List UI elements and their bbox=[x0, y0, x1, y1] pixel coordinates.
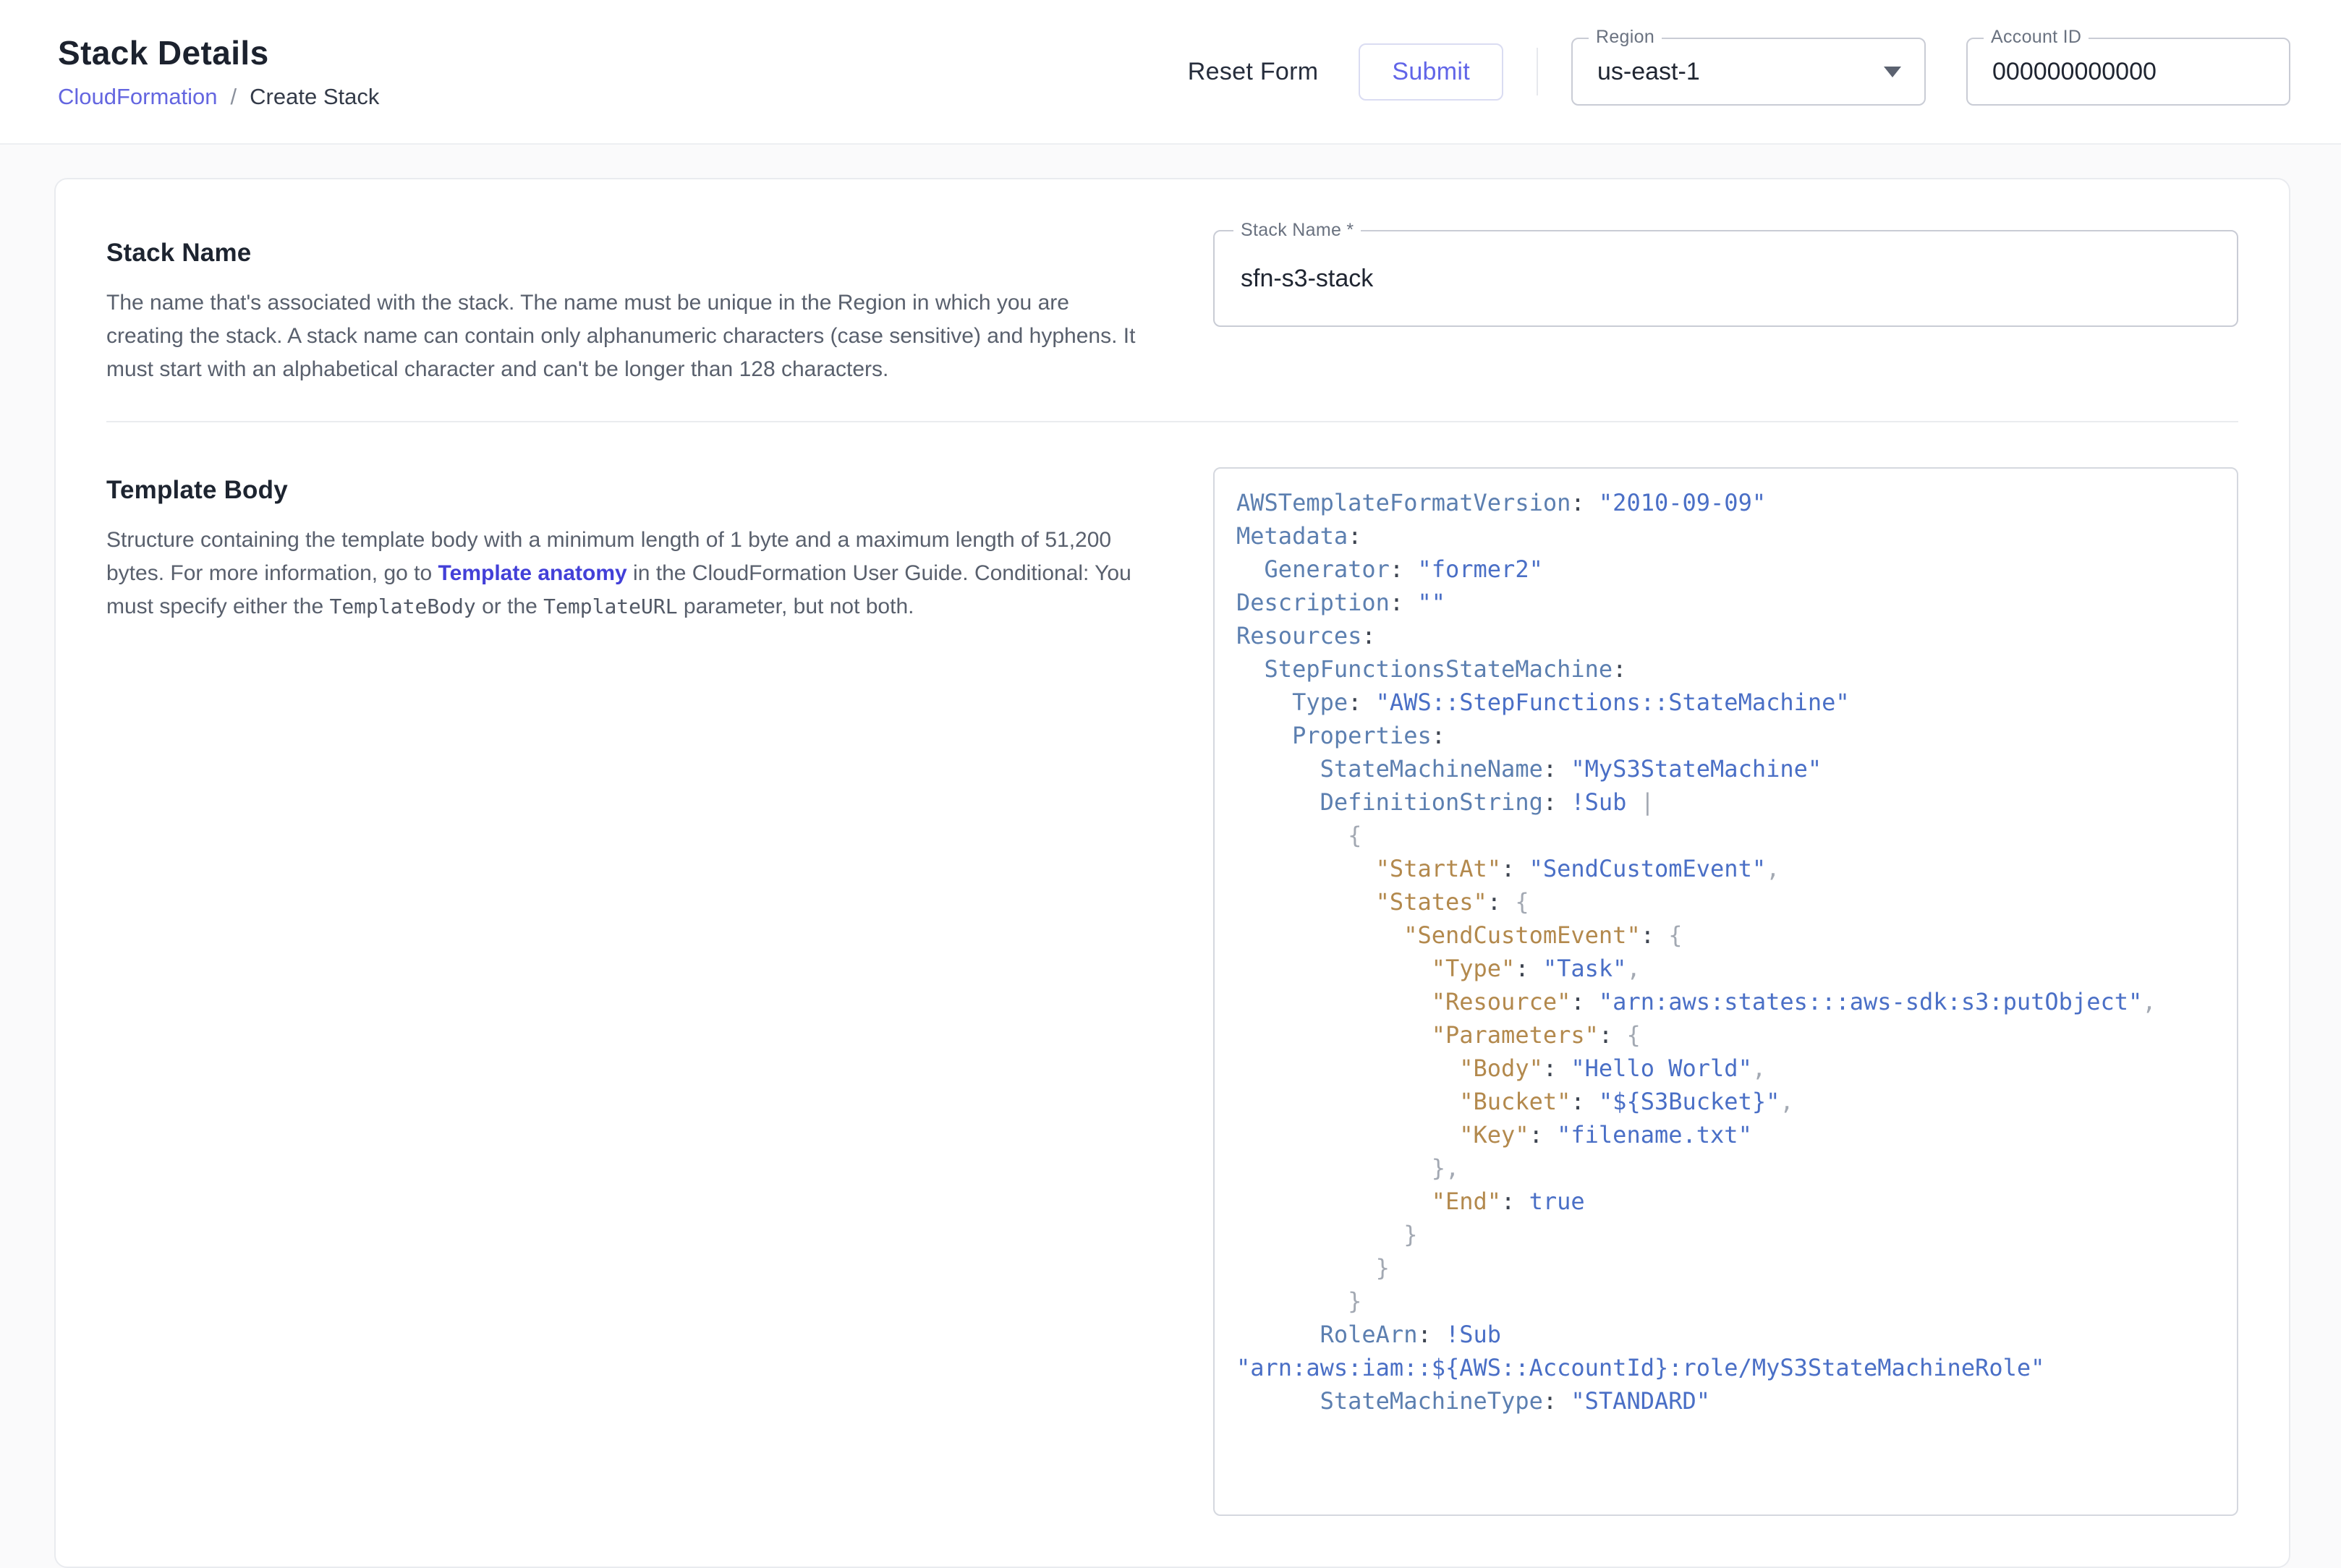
template-body-description: Structure containing the template body w… bbox=[106, 524, 1141, 623]
template-url-param-token: TemplateURL bbox=[543, 595, 677, 618]
code-line: StateMachineName: "MyS3StateMachine" bbox=[1236, 752, 2215, 785]
page-title: Stack Details bbox=[58, 33, 379, 72]
stack-name-heading: Stack Name bbox=[106, 239, 1141, 268]
code-line: Properties: bbox=[1236, 719, 2215, 752]
code-line: RoleArn: !Sub bbox=[1236, 1318, 2215, 1351]
reset-form-button[interactable]: Reset Form bbox=[1168, 46, 1339, 98]
code-line: "Resource": "arn:aws:states:::aws-sdk:s3… bbox=[1236, 985, 2215, 1018]
template-body-heading: Template Body bbox=[106, 476, 1141, 505]
code-line: Type: "AWS::StepFunctions::StateMachine" bbox=[1236, 686, 2215, 719]
description-text: or the bbox=[476, 595, 543, 618]
stack-name-description: The name that's associated with the stac… bbox=[106, 286, 1141, 386]
template-body-editor-col: AWSTemplateFormatVersion: "2010-09-09"Me… bbox=[1213, 467, 2238, 1516]
template-body-param-token: TemplateBody bbox=[329, 595, 475, 618]
account-id-label: Account ID bbox=[1984, 27, 2089, 48]
template-anatomy-link[interactable]: Template anatomy bbox=[438, 561, 627, 585]
code-line: Resources: bbox=[1236, 619, 2215, 652]
description-text: parameter, but not both. bbox=[678, 595, 914, 618]
code-line: Generator: "former2" bbox=[1236, 553, 2215, 586]
breadcrumb: CloudFormation / Create Stack bbox=[58, 84, 379, 110]
code-line: Description: "" bbox=[1236, 586, 2215, 619]
account-id-value: 000000000000 bbox=[1992, 58, 2157, 86]
stack-name-info: Stack Name The name that's associated wi… bbox=[106, 239, 1141, 386]
breadcrumb-separator: / bbox=[231, 84, 237, 110]
create-stack-card: Stack Name The name that's associated wi… bbox=[54, 178, 2290, 1568]
code-line: "Parameters": { bbox=[1236, 1018, 2215, 1052]
code-line: DefinitionString: !Sub | bbox=[1236, 785, 2215, 819]
code-line: "SendCustomEvent": { bbox=[1236, 919, 2215, 952]
code-line: "Type": "Task", bbox=[1236, 952, 2215, 985]
code-line: "StartAt": "SendCustomEvent", bbox=[1236, 852, 2215, 885]
stack-name-input[interactable]: Stack Name * sfn-s3-stack bbox=[1213, 230, 2238, 327]
stack-name-input-value: sfn-s3-stack bbox=[1241, 265, 1373, 293]
breadcrumb-link-cloudformation[interactable]: CloudFormation bbox=[58, 84, 218, 110]
code-line: } bbox=[1236, 1218, 2215, 1251]
template-body-section: Template Body Structure containing the t… bbox=[106, 422, 2238, 1516]
region-select-label: Region bbox=[1589, 27, 1662, 48]
region-select[interactable]: Region us-east-1 bbox=[1571, 38, 1926, 106]
chevron-down-icon bbox=[1884, 67, 1901, 77]
code-line: "Key": "filename.txt" bbox=[1236, 1118, 2215, 1151]
code-line: Metadata: bbox=[1236, 519, 2215, 553]
header: Stack Details CloudFormation / Create St… bbox=[0, 0, 2341, 145]
code-line: AWSTemplateFormatVersion: "2010-09-09" bbox=[1236, 486, 2215, 519]
header-actions: Reset Form Submit Region us-east-1 Accou… bbox=[1168, 38, 2290, 106]
code-line: "Bucket": "${S3Bucket}", bbox=[1236, 1085, 2215, 1118]
code-line: StateMachineType: "STANDARD" bbox=[1236, 1384, 2215, 1418]
template-body-editor[interactable]: AWSTemplateFormatVersion: "2010-09-09"Me… bbox=[1213, 467, 2238, 1516]
code-line: { bbox=[1236, 819, 2215, 852]
header-divider bbox=[1537, 48, 1538, 95]
header-title-block: Stack Details CloudFormation / Create St… bbox=[58, 33, 379, 110]
code-line: "Body": "Hello World", bbox=[1236, 1052, 2215, 1085]
code-line: "arn:aws:iam::${AWS::AccountId}:role/MyS… bbox=[1236, 1351, 2215, 1384]
account-id-field[interactable]: Account ID 000000000000 bbox=[1966, 38, 2290, 106]
stack-name-section: Stack Name The name that's associated wi… bbox=[106, 179, 2238, 386]
stack-name-input-label: Stack Name * bbox=[1233, 220, 1361, 241]
code-line: StepFunctionsStateMachine: bbox=[1236, 652, 2215, 686]
code-line: } bbox=[1236, 1251, 2215, 1284]
template-editor-code: AWSTemplateFormatVersion: "2010-09-09"Me… bbox=[1236, 486, 2215, 1418]
submit-button[interactable]: Submit bbox=[1359, 43, 1503, 101]
code-line: } bbox=[1236, 1284, 2215, 1318]
code-line: "End": true bbox=[1236, 1185, 2215, 1218]
code-line: "States": { bbox=[1236, 885, 2215, 919]
stack-name-field-col: Stack Name * sfn-s3-stack bbox=[1213, 230, 2238, 327]
template-body-info: Template Body Structure containing the t… bbox=[106, 476, 1141, 623]
breadcrumb-current: Create Stack bbox=[250, 84, 379, 110]
code-line: }, bbox=[1236, 1151, 2215, 1185]
main-content: Stack Name The name that's associated wi… bbox=[0, 178, 2341, 1568]
region-select-value: us-east-1 bbox=[1597, 58, 1700, 86]
